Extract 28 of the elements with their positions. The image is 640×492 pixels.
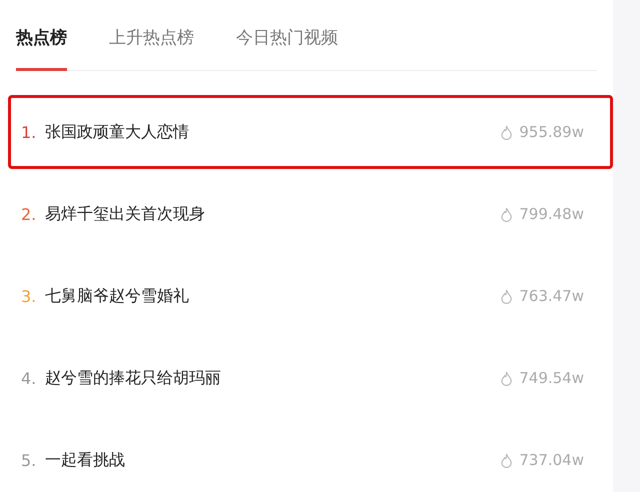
flame-icon xyxy=(500,206,514,222)
item-title: 一起看挑战 xyxy=(45,450,126,470)
flame-icon xyxy=(500,124,514,140)
tab[interactable]: 上升热点榜 xyxy=(109,26,194,71)
list-item[interactable]: 4. 赵兮雪的捧花只给胡玛丽 749.54w xyxy=(8,341,613,415)
heat-count: 955.89w xyxy=(519,123,584,141)
flame-icon xyxy=(500,370,514,386)
flame-icon xyxy=(500,452,514,468)
list-item[interactable]: 3. 七舅脑爷赵兮雪婚礼 763.47w xyxy=(8,259,613,333)
heat-count: 749.54w xyxy=(519,369,584,387)
rank-number: 5. xyxy=(21,450,38,470)
heat-count: 799.48w xyxy=(519,205,584,223)
heat-count: 763.47w xyxy=(519,287,584,305)
rank-number: 1. xyxy=(21,122,38,142)
item-title: 张国政顽童大人恋情 xyxy=(45,122,190,142)
item-title: 易烊千玺出关首次现身 xyxy=(45,204,206,224)
rank-number: 2. xyxy=(21,204,38,224)
flame-icon xyxy=(500,288,514,304)
item-title: 七舅脑爷赵兮雪婚礼 xyxy=(45,286,190,306)
rank-number: 3. xyxy=(21,286,38,306)
tab[interactable]: 今日热门视频 xyxy=(236,26,338,71)
item-title: 赵兮雪的捧花只给胡玛丽 xyxy=(45,368,222,388)
highlighted-list-item[interactable]: 1. 张国政顽童大人恋情 955.89w xyxy=(8,95,613,169)
heat-count: 737.04w xyxy=(519,451,584,469)
list-item[interactable]: 5. 一起看挑战 737.04w xyxy=(8,423,613,492)
list-item[interactable]: 2. 易烊千玺出关首次现身 799.48w xyxy=(8,177,613,251)
rank-number: 4. xyxy=(21,368,38,388)
tab[interactable]: 热点榜 xyxy=(16,26,67,71)
